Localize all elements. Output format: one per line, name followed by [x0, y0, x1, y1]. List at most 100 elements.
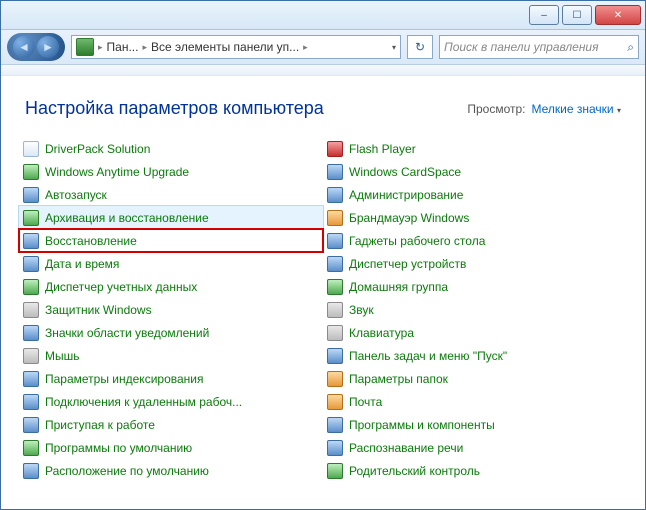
- grey-icon: [327, 302, 343, 318]
- maximize-icon: ☐: [573, 10, 582, 21]
- cp-item-диспетчер-устройств[interactable]: Диспетчер устройств: [323, 252, 627, 275]
- chevron-down-icon: ▾: [617, 106, 621, 115]
- chevron-right-icon: ▸: [142, 42, 147, 53]
- cp-item-label: Распознавание речи: [349, 441, 463, 455]
- cp-item-диспетчер-учетных-данных[interactable]: Диспетчер учетных данных: [19, 275, 323, 298]
- arrow-left-icon: ◄: [18, 40, 30, 54]
- cp-item-почта[interactable]: Почта: [323, 390, 627, 413]
- cp-item-label: Программы и компоненты: [349, 418, 495, 432]
- items-column-left: DriverPack Solution Windows Anytime Upgra…: [19, 137, 323, 482]
- cp-item-flash-player[interactable]: Flash Player: [323, 137, 627, 160]
- refresh-button[interactable]: ↻: [407, 35, 433, 59]
- blue-icon: [23, 417, 39, 433]
- cp-item-звук[interactable]: Звук: [323, 298, 627, 321]
- blue-icon: [327, 256, 343, 272]
- cp-item-windows-cardspace[interactable]: Windows CardSpace: [323, 160, 627, 183]
- cp-item-label: Программы по умолчанию: [45, 441, 192, 455]
- cp-item-домашняя-группа[interactable]: Домашняя группа: [323, 275, 627, 298]
- arrow-right-icon: ►: [42, 40, 54, 54]
- blue-icon: [327, 233, 343, 249]
- cp-item-windows-anytime-upgrade[interactable]: Windows Anytime Upgrade: [19, 160, 323, 183]
- forward-button[interactable]: ►: [37, 36, 59, 58]
- cp-item-label: Дата и время: [45, 257, 119, 271]
- breadcrumb-1[interactable]: Пан...: [107, 40, 139, 54]
- cp-item-программы-по-умолчанию[interactable]: Программы по умолчанию: [19, 436, 323, 459]
- cp-item-автозапуск[interactable]: Автозапуск: [19, 183, 323, 206]
- breadcrumb-2[interactable]: Все элементы панели уп...: [151, 40, 299, 54]
- cp-item-расположение-по-умолчанию[interactable]: Расположение по умолчанию: [19, 459, 323, 482]
- cp-item-label: Администрирование: [349, 188, 463, 202]
- command-bar: [1, 65, 645, 76]
- nav-back-forward: ◄ ►: [7, 33, 65, 61]
- cp-item-гаджеты-рабочего-стола[interactable]: Гаджеты рабочего стола: [323, 229, 627, 252]
- cp-item-параметры-папок[interactable]: Параметры папок: [323, 367, 627, 390]
- cp-item-архивация-и-восстановление[interactable]: Архивация и восстановление: [19, 206, 323, 229]
- cp-item-панель-задач-и-меню-пуск[interactable]: Панель задач и меню "Пуск": [323, 344, 627, 367]
- orange-icon: [327, 394, 343, 410]
- green-icon: [23, 279, 39, 295]
- cp-item-родительский-контроль[interactable]: Родительский контроль: [323, 459, 627, 482]
- cp-item-label: Расположение по умолчанию: [45, 464, 209, 478]
- cp-item-распознавание-речи[interactable]: Распознавание речи: [323, 436, 627, 459]
- blue-icon: [327, 440, 343, 456]
- cp-item-label: Windows CardSpace: [349, 165, 461, 179]
- view-by-label: Просмотр:: [467, 102, 525, 116]
- grey-icon: [23, 348, 39, 364]
- minimize-button[interactable]: –: [529, 5, 559, 25]
- close-button[interactable]: ✕: [595, 5, 641, 25]
- cp-item-клавиатура[interactable]: Клавиатура: [323, 321, 627, 344]
- back-button[interactable]: ◄: [13, 36, 35, 58]
- orange-icon: [327, 371, 343, 387]
- cp-item-программы-и-компоненты[interactable]: Программы и компоненты: [323, 413, 627, 436]
- cp-item-label: Домашняя группа: [349, 280, 448, 294]
- cp-item-label: Параметры папок: [349, 372, 448, 386]
- cp-item-дата-и-время[interactable]: Дата и время: [19, 252, 323, 275]
- green-icon: [327, 279, 343, 295]
- cp-item-администрирование[interactable]: Администрирование: [323, 183, 627, 206]
- chevron-down-icon[interactable]: ▾: [392, 43, 396, 52]
- cp-item-label: Windows Anytime Upgrade: [45, 165, 189, 179]
- cp-item-driverpack-solution[interactable]: DriverPack Solution: [19, 137, 323, 160]
- view-by-control: Просмотр: Мелкие значки ▾: [467, 102, 621, 116]
- items-column-right: Flash Player Windows CardSpace Администрир…: [323, 137, 627, 482]
- cp-item-label: Панель задач и меню "Пуск": [349, 349, 507, 363]
- maximize-button[interactable]: ☐: [562, 5, 592, 25]
- green-icon: [23, 210, 39, 226]
- cp-item-label: Брандмауэр Windows: [349, 211, 469, 225]
- blue-icon: [327, 164, 343, 180]
- cp-item-label: Мышь: [45, 349, 80, 363]
- address-bar[interactable]: ▸ Пан... ▸ Все элементы панели уп... ▸ ▾: [71, 35, 401, 59]
- cp-item-label: Значки области уведомлений: [45, 326, 209, 340]
- cp-item-мышь[interactable]: Мышь: [19, 344, 323, 367]
- cp-item-восстановление[interactable]: Восстановление: [19, 229, 323, 252]
- blue-icon: [23, 187, 39, 203]
- search-input[interactable]: Поиск в панели управления ⌕: [439, 35, 639, 59]
- cp-item-label: Гаджеты рабочего стола: [349, 234, 485, 248]
- orange-icon: [327, 210, 343, 226]
- cp-item-label: Защитник Windows: [45, 303, 152, 317]
- view-by-value: Мелкие значки: [532, 102, 614, 116]
- cp-item-параметры-индексирования[interactable]: Параметры индексирования: [19, 367, 323, 390]
- blue-icon: [327, 417, 343, 433]
- doc-icon: [23, 141, 39, 157]
- blue-icon: [23, 233, 39, 249]
- page-header: Настройка параметров компьютера Просмотр…: [1, 76, 645, 133]
- cp-item-брандмауэр-windows[interactable]: Брандмауэр Windows: [323, 206, 627, 229]
- cp-item-защитник-windows[interactable]: Защитник Windows: [19, 298, 323, 321]
- cp-item-подключения-к-удаленным-рабоч[interactable]: Подключения к удаленным рабоч...: [19, 390, 323, 413]
- chevron-right-icon: ▸: [98, 42, 103, 53]
- green-icon: [23, 440, 39, 456]
- green-icon: [23, 164, 39, 180]
- refresh-icon: ↻: [415, 40, 425, 54]
- cp-item-label: Звук: [349, 303, 374, 317]
- grey-icon: [327, 325, 343, 341]
- search-icon: ⌕: [627, 40, 634, 55]
- cp-item-label: Подключения к удаленным рабоч...: [45, 395, 242, 409]
- cp-item-приступая-к-работе[interactable]: Приступая к работе: [19, 413, 323, 436]
- blue-icon: [23, 325, 39, 341]
- cp-item-label: Параметры индексирования: [45, 372, 203, 386]
- blue-icon: [23, 371, 39, 387]
- control-panel-window: – ☐ ✕ ◄ ► ▸ Пан... ▸ Все элементы панели…: [0, 0, 646, 510]
- view-by-dropdown[interactable]: Мелкие значки ▾: [532, 102, 621, 116]
- cp-item-значки-области-уведомлений[interactable]: Значки области уведомлений: [19, 321, 323, 344]
